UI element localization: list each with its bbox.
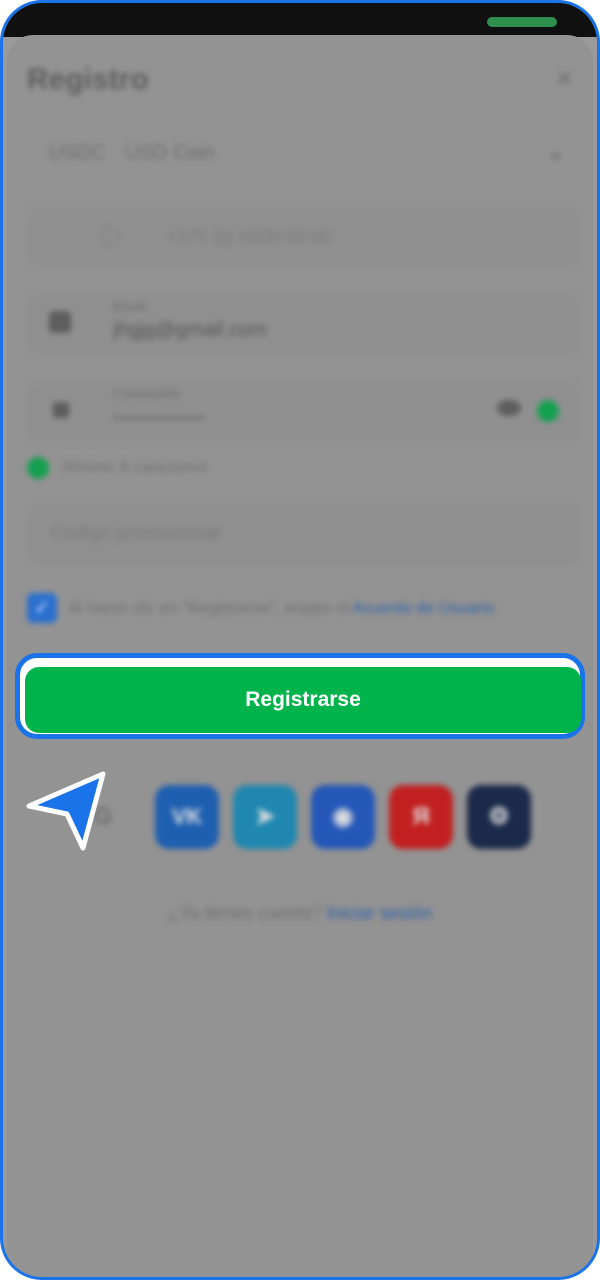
envelope-icon <box>49 311 71 333</box>
eye-icon[interactable] <box>497 400 521 416</box>
terms-prefix: Al hacer clic en "Registrarse", acepto e… <box>69 600 353 617</box>
status-indicator <box>487 17 557 27</box>
terms-text: Al hacer clic en "Registrarse", acepto e… <box>69 597 549 621</box>
password-label: Contraseña <box>113 386 181 401</box>
terms-link[interactable]: Acuerdo de Usuario <box>353 600 494 617</box>
password-value: •••••••••••••• <box>113 410 206 427</box>
flag-icon: ◯ <box>99 225 120 245</box>
yandex-icon[interactable]: Я <box>389 785 453 849</box>
currency-code: USDC <box>49 142 106 164</box>
password-field[interactable]: Contraseña •••••••••••••• <box>27 380 579 442</box>
email-value: jhgjg@gmail.com <box>113 319 267 341</box>
email-field[interactable]: Email jhgjg@gmail.com <box>27 293 579 355</box>
phone-value: +375 (0) 0000-00-00 <box>167 227 332 247</box>
phone-frame: Registro × USDC USD Coin ⌄ ◯ +375 (0) 00… <box>0 0 600 1280</box>
hint-check-icon <box>27 457 49 479</box>
login-link[interactable]: Iniciar sesión <box>327 903 432 923</box>
telegram-icon[interactable]: ➤ <box>233 785 297 849</box>
currency-name: USD Coin <box>125 142 214 164</box>
ok-icon[interactable]: ◉ <box>311 785 375 849</box>
page-title: Registro <box>27 63 149 96</box>
login-question: ¿Ya tienes cuenta? <box>168 903 327 923</box>
pointer-cursor-icon <box>26 771 106 851</box>
promo-placeholder: Código promocional <box>51 523 220 544</box>
steam-icon[interactable]: ⚙ <box>467 785 531 849</box>
terms-checkbox[interactable]: ✓ <box>27 593 57 623</box>
vk-icon[interactable]: VK <box>155 785 219 849</box>
terms-suffix: . <box>493 600 499 617</box>
status-bar <box>3 3 597 37</box>
login-prompt: ¿Ya tienes cuenta? Iniciar sesión <box>7 903 593 924</box>
phone-field[interactable]: ◯ +375 (0) 0000-00-00 <box>27 207 579 267</box>
chevron-down-icon: ⌄ <box>546 139 565 164</box>
password-valid-icon <box>537 400 559 422</box>
currency-select[interactable]: USDC USD Coin ⌄ <box>27 125 579 183</box>
password-hint: Mínimo 8 caracteres <box>63 459 208 476</box>
lock-icon <box>53 402 69 418</box>
promo-code-field[interactable]: Código promocional <box>27 505 579 565</box>
register-button[interactable]: Registrarse <box>25 667 581 733</box>
close-icon[interactable]: × <box>557 63 573 95</box>
email-label: Email <box>113 299 146 314</box>
